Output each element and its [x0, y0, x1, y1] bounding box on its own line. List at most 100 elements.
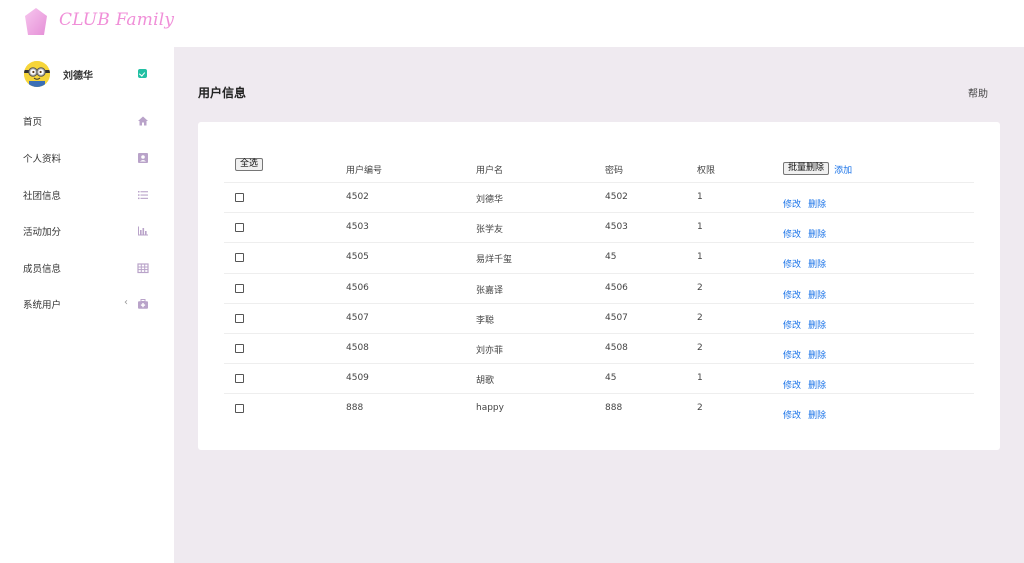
delete-link[interactable]: 删除	[808, 200, 826, 210]
edit-link[interactable]: 修改	[783, 411, 801, 421]
edit-link[interactable]: 修改	[783, 291, 801, 301]
table-row: 4505 易烊千玺 45 1 修改 删除	[224, 243, 974, 274]
sidebar-item-label: 首页	[23, 117, 43, 128]
cell-permission: 2	[697, 312, 703, 323]
home-icon	[138, 116, 148, 126]
sidebar-item-system-users[interactable]: 系统用户 ‹	[0, 290, 174, 318]
user-table: 全选 用户编号 用户名 密码 权限 批量删除 添加 4502 刘德华 4502 …	[224, 154, 974, 425]
chevron-left-icon: ‹	[124, 297, 128, 308]
table-row: 4503 张学友 4503 1 修改 删除	[224, 213, 974, 244]
row-checkbox[interactable]	[235, 253, 244, 263]
cell-password: 4507	[605, 312, 628, 323]
batch-delete-button[interactable]: 批量删除	[783, 162, 830, 175]
add-link[interactable]: 添加	[834, 166, 852, 176]
cell-password: 4503	[605, 222, 628, 233]
username: 刘德华	[63, 71, 93, 82]
cell-permission: 1	[697, 373, 703, 384]
edit-link[interactable]: 修改	[783, 200, 801, 210]
sidebar: 刘德华 首页 个人资料 社团信息 活动加分 成员信息 系统用户 ‹	[0, 47, 174, 563]
cell-permission: 2	[697, 342, 703, 353]
cell-user-id: 4502	[346, 192, 369, 202]
column-header-user-id: 用户编号	[346, 166, 383, 176]
brand-title[interactable]: CLUB Family	[59, 10, 174, 30]
row-checkbox[interactable]	[235, 343, 244, 353]
cell-password: 888	[605, 403, 623, 414]
edit-link[interactable]: 修改	[783, 351, 801, 361]
delete-link[interactable]: 删除	[808, 411, 826, 421]
list-icon	[138, 191, 148, 200]
column-header-password: 密码	[605, 166, 624, 176]
sidebar-item-label: 活动加分	[23, 227, 62, 238]
verified-icon	[138, 69, 147, 78]
sidebar-item-label: 社团信息	[23, 191, 62, 202]
sidebar-item-members[interactable]: 成员信息	[0, 254, 174, 282]
table-row: 4508 刘亦菲 4508 2 修改 删除	[224, 334, 974, 365]
help-link[interactable]: 帮助	[968, 85, 988, 100]
cell-user-id: 4507	[346, 312, 369, 323]
edit-link[interactable]: 修改	[783, 321, 801, 331]
row-actions: 修改 删除	[783, 222, 828, 241]
cell-user-id: 4509	[346, 373, 369, 384]
table-row: 4502 刘德华 4502 1 修改 删除	[224, 183, 974, 214]
cell-username: happy	[476, 403, 504, 414]
sidebar-item-activity-points[interactable]: 活动加分	[0, 217, 174, 245]
select-all-button[interactable]: 全选	[235, 158, 264, 171]
user-profile[interactable]: 刘德华	[24, 61, 164, 91]
delete-link[interactable]: 删除	[808, 260, 826, 270]
cell-permission: 2	[697, 403, 703, 414]
bar-chart-icon	[138, 226, 148, 236]
delete-link[interactable]: 删除	[808, 321, 826, 331]
sidebar-item-home[interactable]: 首页	[0, 107, 174, 135]
row-actions: 修改 删除	[783, 373, 828, 392]
cell-password: 4506	[605, 282, 628, 293]
cell-user-id: 4508	[346, 342, 369, 353]
cell-user-id: 888	[346, 403, 364, 414]
medkit-icon	[138, 299, 148, 309]
cell-permission: 2	[697, 282, 703, 293]
column-header-username: 用户名	[476, 166, 504, 176]
delete-link[interactable]: 删除	[808, 381, 826, 391]
cell-username: 张学友	[476, 225, 504, 236]
table-row: 888 happy 888 2 修改 删除	[224, 394, 974, 424]
row-checkbox[interactable]	[235, 193, 244, 202]
pentagon-logo-icon	[25, 8, 47, 35]
row-checkbox[interactable]	[235, 313, 244, 323]
cell-password: 4502	[605, 192, 628, 202]
cell-username: 刘亦菲	[476, 345, 504, 356]
delete-link[interactable]: 删除	[808, 291, 826, 301]
column-header-permission: 权限	[697, 166, 716, 176]
delete-link[interactable]: 删除	[808, 351, 826, 361]
row-checkbox[interactable]	[235, 223, 244, 233]
row-actions: 修改 删除	[783, 283, 828, 302]
cell-username: 刘德华	[476, 195, 504, 205]
table-icon	[137, 263, 149, 274]
sidebar-item-profile[interactable]: 个人资料	[0, 144, 174, 172]
cell-username: 李聪	[476, 315, 495, 326]
sidebar-item-label: 系统用户	[23, 300, 62, 311]
cell-permission: 1	[697, 192, 703, 202]
cell-password: 45	[605, 252, 617, 263]
table-row: 4506 张嘉译 4506 2 修改 删除	[224, 274, 974, 304]
table-row: 4509 胡歌 45 1 修改 删除	[224, 364, 974, 395]
minion-avatar-icon	[24, 61, 50, 87]
cell-password: 45	[605, 373, 617, 384]
cell-permission: 1	[697, 222, 703, 233]
cell-username: 张嘉译	[476, 285, 504, 296]
sidebar-item-club-info[interactable]: 社团信息	[0, 181, 174, 209]
row-checkbox[interactable]	[235, 404, 244, 414]
cell-username: 易烊千玺	[476, 255, 513, 266]
avatar[interactable]	[24, 61, 50, 87]
row-checkbox[interactable]	[235, 283, 244, 293]
cell-password: 4508	[605, 342, 628, 353]
cell-user-id: 4505	[346, 252, 369, 263]
cell-user-id: 4503	[346, 222, 369, 233]
row-checkbox[interactable]	[235, 374, 244, 384]
table-header-row: 全选 用户编号 用户名 密码 权限 批量删除 添加	[224, 154, 974, 183]
cell-permission: 1	[697, 252, 703, 263]
edit-link[interactable]: 修改	[783, 260, 801, 270]
sidebar-item-label: 成员信息	[23, 264, 62, 275]
sidebar-item-label: 个人资料	[23, 154, 62, 165]
edit-link[interactable]: 修改	[783, 230, 801, 240]
delete-link[interactable]: 删除	[808, 230, 826, 240]
edit-link[interactable]: 修改	[783, 381, 801, 391]
